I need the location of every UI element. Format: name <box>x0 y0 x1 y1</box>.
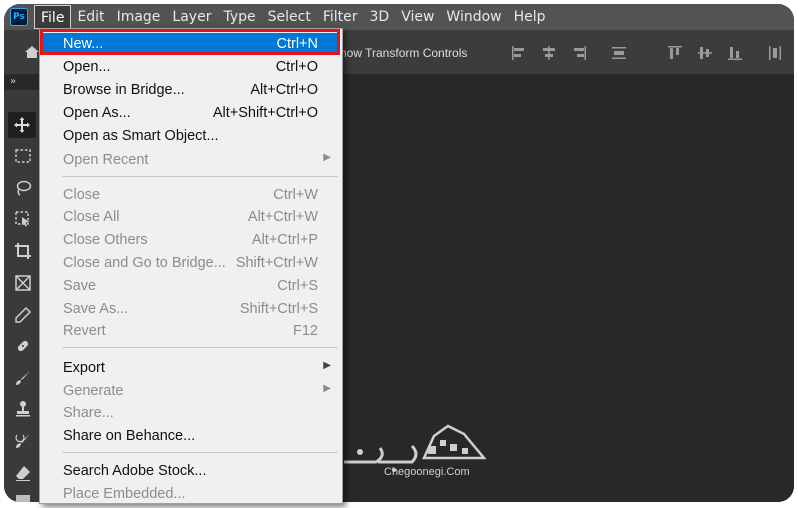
menu-image[interactable]: Image <box>111 5 167 29</box>
align-horizontal-centers-icon[interactable] <box>540 44 558 62</box>
menu-item-generate[interactable]: Generate ▶ <box>40 380 340 402</box>
menu-3d[interactable]: 3D <box>364 5 396 29</box>
distribute-icon[interactable] <box>610 44 628 62</box>
menu-item-label: Open As... <box>63 105 131 121</box>
menu-layer[interactable]: Layer <box>166 5 217 29</box>
menu-item-shortcut: Shift+Ctrl+W <box>235 255 318 271</box>
photoshop-logo-icon: Ps <box>10 8 28 26</box>
menu-item-close-others[interactable]: Close Others Alt+Ctrl+P <box>40 229 340 251</box>
menu-item-save-as[interactable]: Save As... Shift+Ctrl+S <box>40 298 340 320</box>
menu-item-shortcut: Alt+Ctrl+W <box>247 209 318 225</box>
align-vertical-centers-icon[interactable] <box>696 44 714 62</box>
menu-item-label: Generate <box>63 383 124 399</box>
menu-bar: Ps File Edit Image Layer Type Select Fil… <box>4 4 794 30</box>
menu-separator <box>62 347 338 348</box>
panel-collapse-icon[interactable]: » <box>10 76 16 87</box>
align-right-edges-icon[interactable] <box>570 44 588 62</box>
menu-item-label: New... <box>63 36 104 52</box>
gradient-tool-icon[interactable] <box>12 490 34 502</box>
menu-item-label: Close <box>63 187 101 203</box>
menu-item-label: Search Adobe Stock... <box>63 463 207 479</box>
menu-item-shortcut: Ctrl+W <box>273 187 318 203</box>
menu-item-open-recent[interactable]: Open Recent ▶ <box>40 149 340 171</box>
menu-item-label: Close Others <box>63 232 148 248</box>
distribute-vertical-icon[interactable] <box>766 44 784 62</box>
menu-item-share-on-behance[interactable]: Share on Behance... <box>40 425 340 447</box>
menu-file[interactable]: File <box>34 5 72 29</box>
menu-item-label: Export <box>63 360 105 376</box>
submenu-arrow-icon: ▶ <box>323 152 331 163</box>
menu-help[interactable]: Help <box>508 5 552 29</box>
align-left-edges-icon[interactable] <box>510 44 528 62</box>
menu-item-label: Open... <box>63 59 111 75</box>
clone-stamp-tool-icon[interactable] <box>12 398 34 420</box>
menu-item-shortcut: F12 <box>293 323 318 339</box>
menu-type[interactable]: Type <box>217 5 261 29</box>
tools-panel <box>4 90 40 502</box>
submenu-arrow-icon: ▶ <box>323 360 331 371</box>
move-tool-icon[interactable] <box>8 112 36 138</box>
menu-item-label: Share on Behance... <box>63 428 196 444</box>
menu-item-shortcut: Alt+Shift+Ctrl+O <box>212 105 318 121</box>
show-transform-controls-label[interactable]: how Transform Controls <box>340 46 467 60</box>
menu-item-label: Close and Go to Bridge... <box>63 255 226 271</box>
menu-edit[interactable]: Edit <box>71 5 110 29</box>
healing-brush-tool-icon[interactable] <box>12 335 34 357</box>
menu-item-shortcut: Ctrl+N <box>276 36 319 52</box>
eyedropper-tool-icon[interactable] <box>12 304 34 326</box>
home-icon[interactable] <box>24 44 40 60</box>
menu-item-label: Open as Smart Object... <box>63 128 219 144</box>
object-select-tool-icon[interactable] <box>12 208 34 230</box>
menu-item-export[interactable]: Export ▶ <box>40 357 340 379</box>
marquee-tool-icon[interactable] <box>12 145 34 167</box>
menu-item-browse-in-bridge[interactable]: Browse in Bridge... Alt+Ctrl+O <box>40 79 340 101</box>
menu-item-close[interactable]: Close Ctrl+W <box>40 184 340 206</box>
menu-item-close-and-go-to-bridge[interactable]: Close and Go to Bridge... Shift+Ctrl+W <box>40 252 340 274</box>
menu-item-open-as-smart-object[interactable]: Open as Smart Object... <box>40 125 340 147</box>
menu-filter[interactable]: Filter <box>317 5 364 29</box>
menu-item-place-embedded[interactable]: Place Embedded... <box>40 483 340 505</box>
file-menu-dropdown: New... Ctrl+N Open... Ctrl+O Browse in B… <box>39 28 343 504</box>
menu-item-label: Browse in Bridge... <box>63 82 185 98</box>
menu-item-shortcut: Alt+Ctrl+O <box>250 82 318 98</box>
brush-tool-icon[interactable] <box>12 367 34 389</box>
menu-view[interactable]: View <box>395 5 440 29</box>
menu-item-shortcut: Alt+Ctrl+P <box>251 232 318 248</box>
menu-item-shortcut: Shift+Ctrl+S <box>239 301 318 317</box>
history-brush-tool-icon[interactable] <box>12 430 34 452</box>
menu-item-label: Place Embedded... <box>63 486 186 502</box>
lasso-tool-icon[interactable] <box>12 177 34 199</box>
menu-item-open-as[interactable]: Open As... Alt+Shift+Ctrl+O <box>40 102 340 124</box>
crop-tool-icon[interactable] <box>12 240 34 262</box>
menu-select[interactable]: Select <box>262 5 317 29</box>
menu-item-open[interactable]: Open... Ctrl+O <box>40 56 340 78</box>
menu-item-revert[interactable]: Revert F12 <box>40 320 340 342</box>
menu-item-new[interactable]: New... Ctrl+N <box>43 33 337 55</box>
menu-item-shortcut: Ctrl+S <box>277 278 318 294</box>
menu-item-share[interactable]: Share... <box>40 402 340 424</box>
align-bottom-edges-icon[interactable] <box>726 44 744 62</box>
frame-tool-icon[interactable] <box>12 272 34 294</box>
menu-item-save[interactable]: Save Ctrl+S <box>40 275 340 297</box>
menu-separator <box>62 176 338 177</box>
align-top-edges-icon[interactable] <box>666 44 684 62</box>
menu-item-shortcut: Ctrl+O <box>275 59 318 75</box>
menu-item-label: Share... <box>63 405 114 421</box>
eraser-tool-icon[interactable] <box>12 462 34 484</box>
menu-item-close-all[interactable]: Close All Alt+Ctrl+W <box>40 206 340 228</box>
menu-item-search-adobe-stock[interactable]: Search Adobe Stock... <box>40 460 340 482</box>
menu-item-label: Save <box>63 278 97 294</box>
menu-separator <box>62 452 338 453</box>
menu-item-label: Open Recent <box>63 152 149 168</box>
menu-item-label: Revert <box>63 323 106 339</box>
watermark-site-text: Chegoonegi.Com <box>384 466 470 478</box>
menu-item-label: Save As... <box>63 301 129 317</box>
menu-item-label: Close All <box>63 209 120 225</box>
submenu-arrow-icon: ▶ <box>323 383 331 394</box>
menu-window[interactable]: Window <box>440 5 507 29</box>
